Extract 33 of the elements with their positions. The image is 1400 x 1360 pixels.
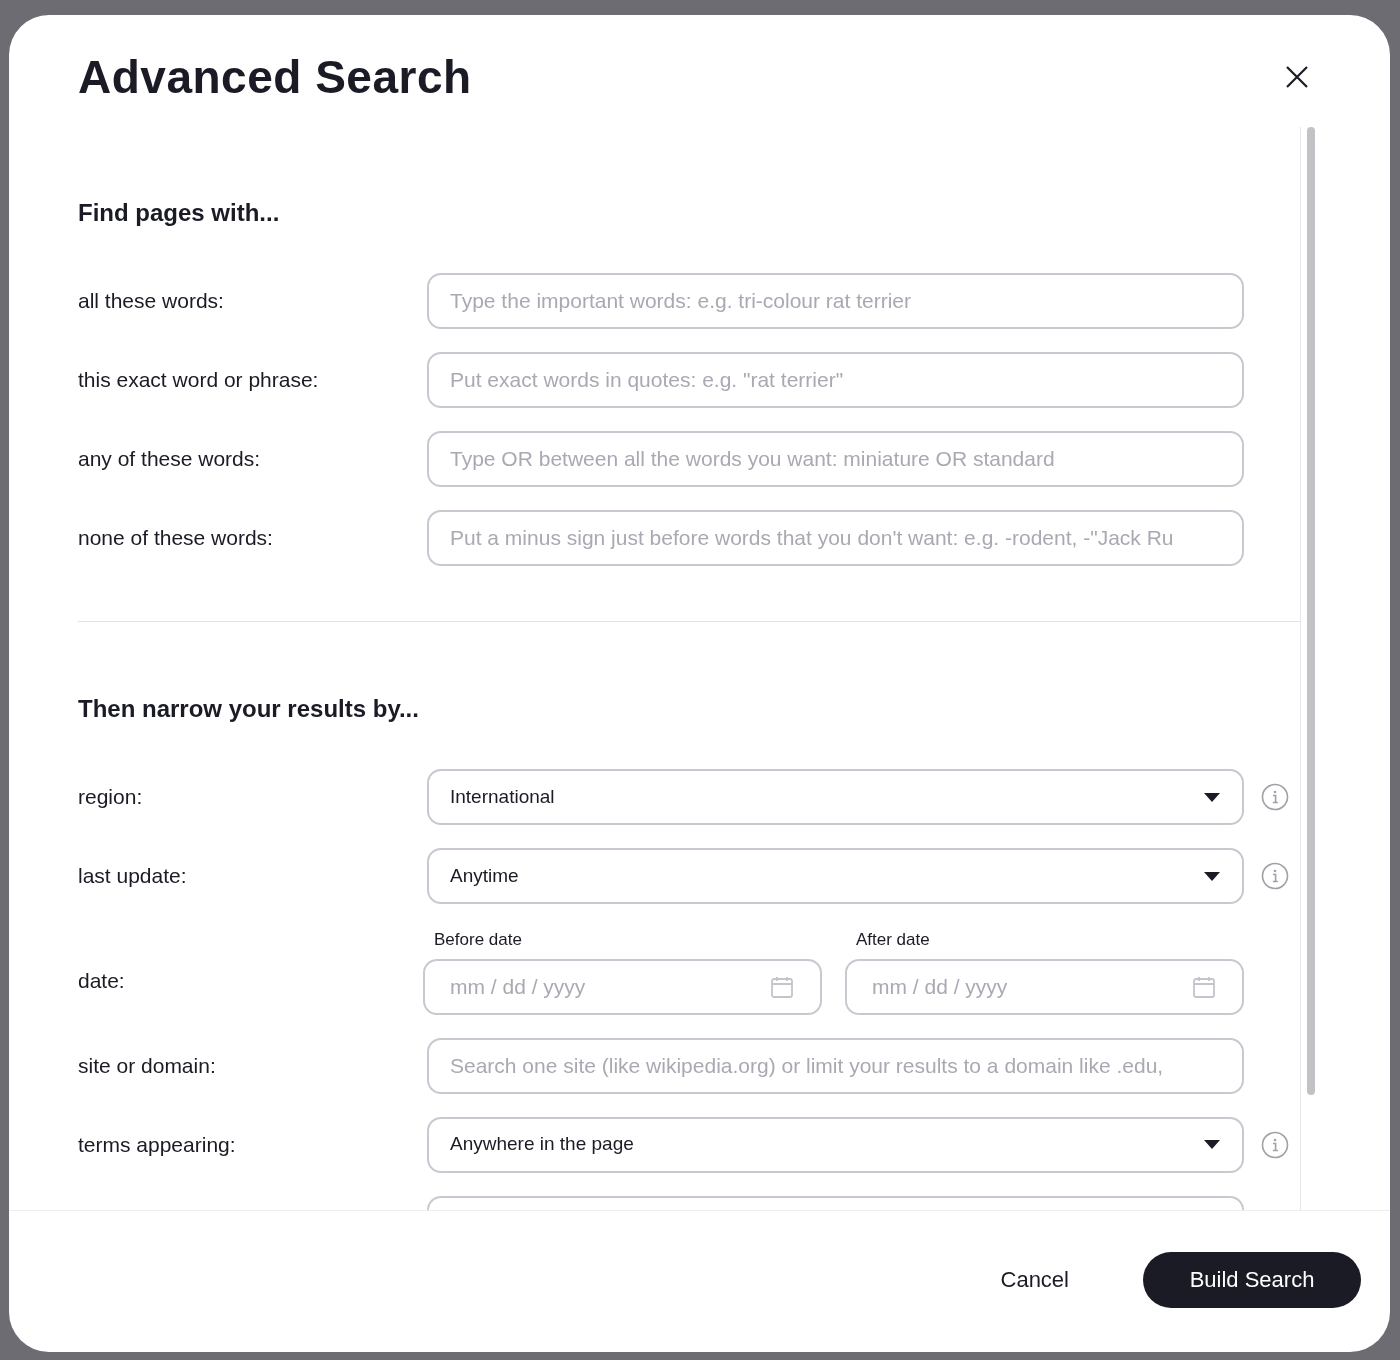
field-label: site or domain: (78, 1052, 217, 1079)
calendar-icon[interactable] (770, 974, 794, 999)
date-label: After date (856, 929, 930, 951)
cancel-button[interactable]: Cancel (1000, 1263, 1069, 1296)
field-label: this exact word or phrase: (78, 367, 320, 394)
input-field[interactable]: Put exact words in quotes: e.g. "rat terrier" (427, 352, 1244, 408)
field-label: region: (78, 784, 144, 811)
field-label: any of these words: (78, 446, 262, 473)
info-icon[interactable] (1261, 783, 1289, 811)
section-heading: Find pages with... (78, 198, 281, 228)
input-field[interactable]: Put a minus sign just before words that you don't want: e.g. -rodent, -"Jack Ru (427, 510, 1244, 566)
dropdown[interactable]: Anywhere in the page (427, 1116, 1244, 1173)
field-label: date: (78, 968, 126, 994)
field-label: all these words: (78, 288, 225, 315)
input-field[interactable]: Search one site (like wikipedia.org) or limit your results to a domain like .edu, (427, 1037, 1244, 1094)
calendar-icon[interactable] (1192, 974, 1216, 999)
build-search-button[interactable]: Build Search (1143, 1251, 1361, 1308)
field-label: terms appearing: (78, 1131, 237, 1158)
info-icon[interactable] (1261, 862, 1289, 890)
close-icon[interactable] (1286, 66, 1308, 88)
input-field[interactable]: Type the important words: e.g. tri-colour rat terrier (427, 273, 1244, 329)
caret-icon (1203, 870, 1221, 882)
input-field[interactable]: Type OR between all the words you want: miniature OR standard (427, 431, 1244, 487)
dropdown[interactable]: International (427, 769, 1244, 825)
info-icon[interactable] (1261, 1130, 1289, 1159)
caret-icon (1203, 791, 1221, 803)
date-label: Before date (434, 929, 522, 951)
caret-icon (1203, 1139, 1221, 1150)
field-label: none of these words: (78, 525, 274, 552)
dialog-title: Advanced Search (78, 49, 472, 105)
dropdown[interactable]: Anytime (427, 848, 1244, 904)
section-heading: Then narrow your results by... (78, 694, 420, 724)
field-label: last update: (78, 863, 188, 890)
